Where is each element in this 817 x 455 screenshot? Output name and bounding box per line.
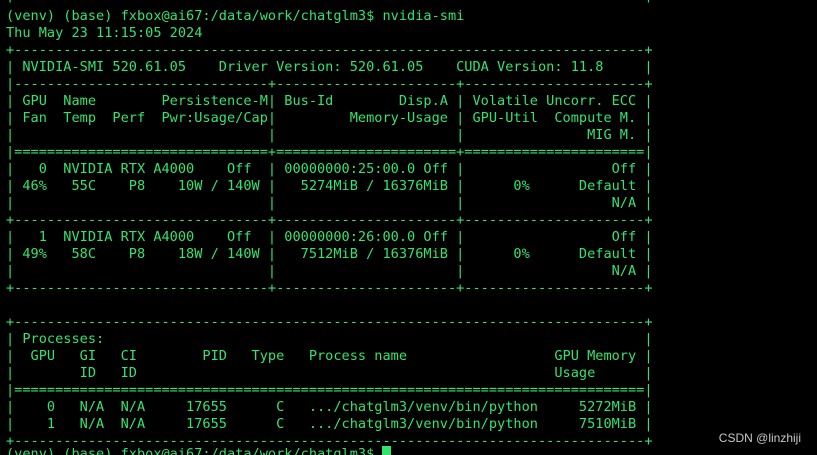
- terminal-line: | 1 N/A N/A 17655 C .../chatglm3/venv/bi…: [6, 416, 653, 432]
- terminal-cursor: [382, 446, 392, 455]
- terminal-line: | ID ID Usage |: [6, 365, 653, 381]
- terminal-line: |=======================================…: [6, 382, 653, 398]
- terminal-prompt: (venv) (base) fxbox@ai67:/data/work/chat…: [6, 446, 383, 455]
- terminal-line: | Processes: |: [6, 331, 653, 347]
- terminal-line: | 0 N/A N/A 17655 C .../chatglm3/venv/bi…: [6, 399, 653, 415]
- terminal-line: +---------------------------------------…: [6, 42, 653, 58]
- terminal-line: | | | N/A |: [6, 263, 653, 279]
- terminal-line: | | | N/A |: [6, 195, 653, 211]
- terminal-line: | 1 NVIDIA RTX A4000 Off | 00000000:26:0…: [6, 229, 653, 245]
- terminal-line: |-------------------------------+-------…: [6, 76, 653, 92]
- terminal-line: | 46% 55C P8 10W / 140W | 5274MiB / 1637…: [6, 178, 653, 194]
- terminal-line: (venv) (base) fxbox@ai67:/data/work/chat…: [6, 8, 465, 24]
- terminal-line: | Fan Temp Perf Pwr:Usage/Cap| Memory-Us…: [6, 110, 653, 126]
- terminal-line: +---------------------------------------…: [6, 314, 653, 330]
- terminal-line: Thu May 23 11:15:05 2024: [6, 25, 203, 41]
- terminal-line: +---------------------------------------…: [6, 0, 653, 8]
- terminal-line: | NVIDIA-SMI 520.61.05 Driver Version: 5…: [6, 59, 653, 75]
- terminal-line: |===============================+=======…: [6, 144, 653, 160]
- watermark: CSDN @linzhiji: [718, 431, 801, 445]
- terminal-line: +-------------------------------+-------…: [6, 212, 653, 228]
- terminal-line: | GPU Name Persistence-M| Bus-Id Disp.A …: [6, 93, 653, 109]
- terminal-prompt-line[interactable]: (venv) (base) fxbox@ai67:/data/work/chat…: [6, 446, 392, 455]
- terminal-line: | GPU GI CI PID Type Process name GPU Me…: [6, 348, 653, 364]
- terminal-line: | 49% 58C P8 18W / 140W | 7512MiB / 1637…: [6, 246, 653, 262]
- terminal-line: +-------------------------------+-------…: [6, 280, 653, 296]
- terminal-line: | | | MIG M. |: [6, 127, 653, 143]
- terminal-line: | 0 NVIDIA RTX A4000 Off | 00000000:25:0…: [6, 161, 653, 177]
- terminal-window[interactable]: +---------------------------------------…: [0, 0, 817, 455]
